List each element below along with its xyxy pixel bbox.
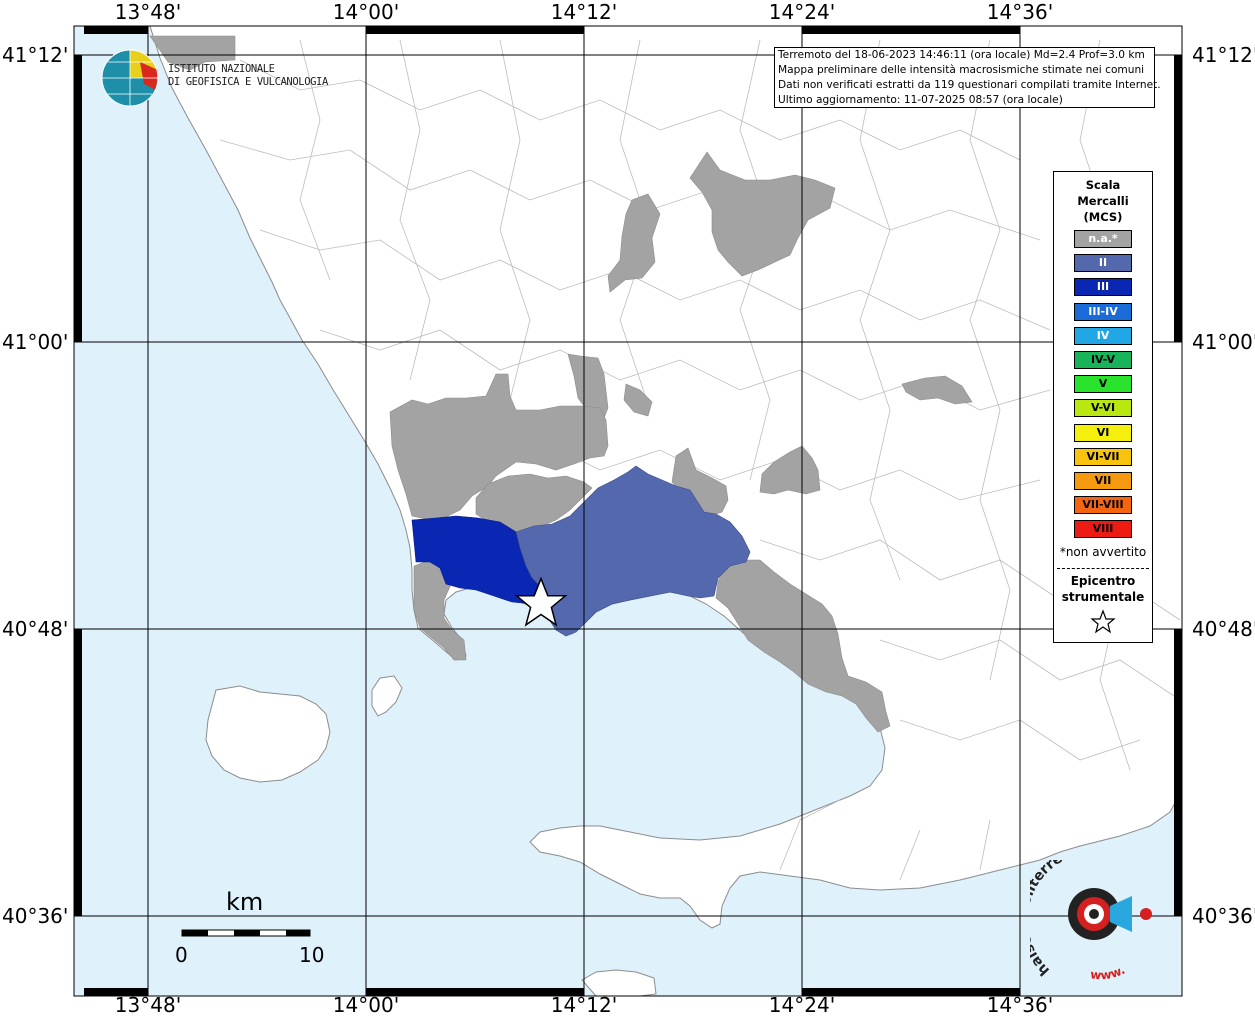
lon-label-bottom-3: 14°12' [550,993,618,1017]
ingv-logo-text: ISTITUTO NAZIONALE DI GEOFISICA E VULCAN… [168,63,328,89]
haisentito-badge: haisentitoilterremoto.it www. [1030,860,1127,980]
legend-swatch: III [1074,278,1132,297]
legend-swatch: V [1074,375,1132,394]
haisentito-badge-text: haisentitoilterremoto.it [1030,860,1123,979]
intensity-legend: Scala Mercalli (MCS) n.a.* II III III-IV IV I… [1053,171,1153,643]
lat-label-left-3: 40°48' [2,617,69,641]
legend-title: Scala Mercalli (MCS) [1054,177,1152,225]
ingv-line-1: ISTITUTO NAZIONALE [168,63,275,75]
lon-label-top-4: 14°24' [768,0,836,24]
lon-label-bottom-4: 14°24' [768,993,836,1017]
scale-bar [181,929,311,937]
lon-label-top-1: 13°48' [114,0,182,24]
legend-swatch: VIII [1074,520,1132,539]
legend-swatch: VI-VII [1074,447,1132,466]
ingv-line-2: DI GEOFISICA E VULCANOLOGIA [168,76,328,88]
legend-swatch: n.a.* [1074,230,1132,248]
lat-label-left-4: 40°36' [2,904,69,928]
event-info-line-4: Ultimo aggiornamento: 11-07-2025 08:57 (… [778,94,1063,106]
lon-label-top-3: 14°12' [550,0,618,24]
epicentre-label-line-2: strumentale [1061,590,1145,604]
epicentre-label: Epicentro strumentale [1054,573,1152,605]
scale-bar-start: 0 [175,943,188,967]
legend-note: *non avvertito [1059,545,1147,559]
event-info-box: Terremoto del 18-06-2023 14:46:11 (ora l… [774,47,1161,108]
event-info-line-1: Terremoto del 18-06-2023 14:46:11 (ora l… [778,49,1145,61]
event-info-line-2: Mappa preliminare delle intensità macros… [778,64,1145,76]
lon-label-bottom-1: 13°48' [114,993,182,1017]
legend-title-line-3: (MCS) [1083,210,1123,224]
legend-swatch: IV [1074,326,1132,345]
lon-label-bottom-5: 14°36' [986,993,1054,1017]
lat-label-right-3: 40°48' [1192,617,1255,641]
scale-bar-title: km [226,888,264,916]
legend-swatch: II [1074,254,1132,273]
lon-label-top-5: 14°36' [986,0,1054,24]
haisentito-badge-www: www. [1089,963,1127,980]
lat-label-left-1: 41°12' [2,43,69,67]
lon-label-bottom-2: 14°00' [332,993,400,1017]
epicentre-label-line-1: Epicentro [1070,574,1136,588]
lat-label-left-2: 41°00' [2,330,69,354]
event-info-line-3: Dati non verificati estratti da 119 ques… [778,79,1161,91]
legend-swatch: VII [1074,472,1132,490]
svg-text:www.: www. [1089,963,1127,980]
legend-title-line-1: Scala [1085,178,1121,192]
legend-swatch: IV-V [1074,351,1132,369]
ingv-globe-icon [101,49,159,107]
lat-label-right-2: 41°00' [1192,330,1255,354]
legend-star-icon [1090,609,1116,634]
lat-label-right-1: 41°12' [1192,43,1255,67]
legend-swatch: VI [1074,423,1132,442]
legend-swatch: III-IV [1074,302,1132,321]
legend-title-line-2: Mercalli [1077,194,1129,208]
legend-divider [1057,568,1149,569]
scale-bar-end: 10 [299,943,325,967]
lon-label-top-2: 14°00' [332,0,400,24]
legend-swatch: VII-VIII [1074,496,1132,515]
svg-text:haisentitoilterremoto.it: haisentitoilterremoto.it [1030,860,1123,979]
lat-label-right-4: 40°36' [1192,904,1255,928]
legend-swatch: V-VI [1074,399,1132,418]
